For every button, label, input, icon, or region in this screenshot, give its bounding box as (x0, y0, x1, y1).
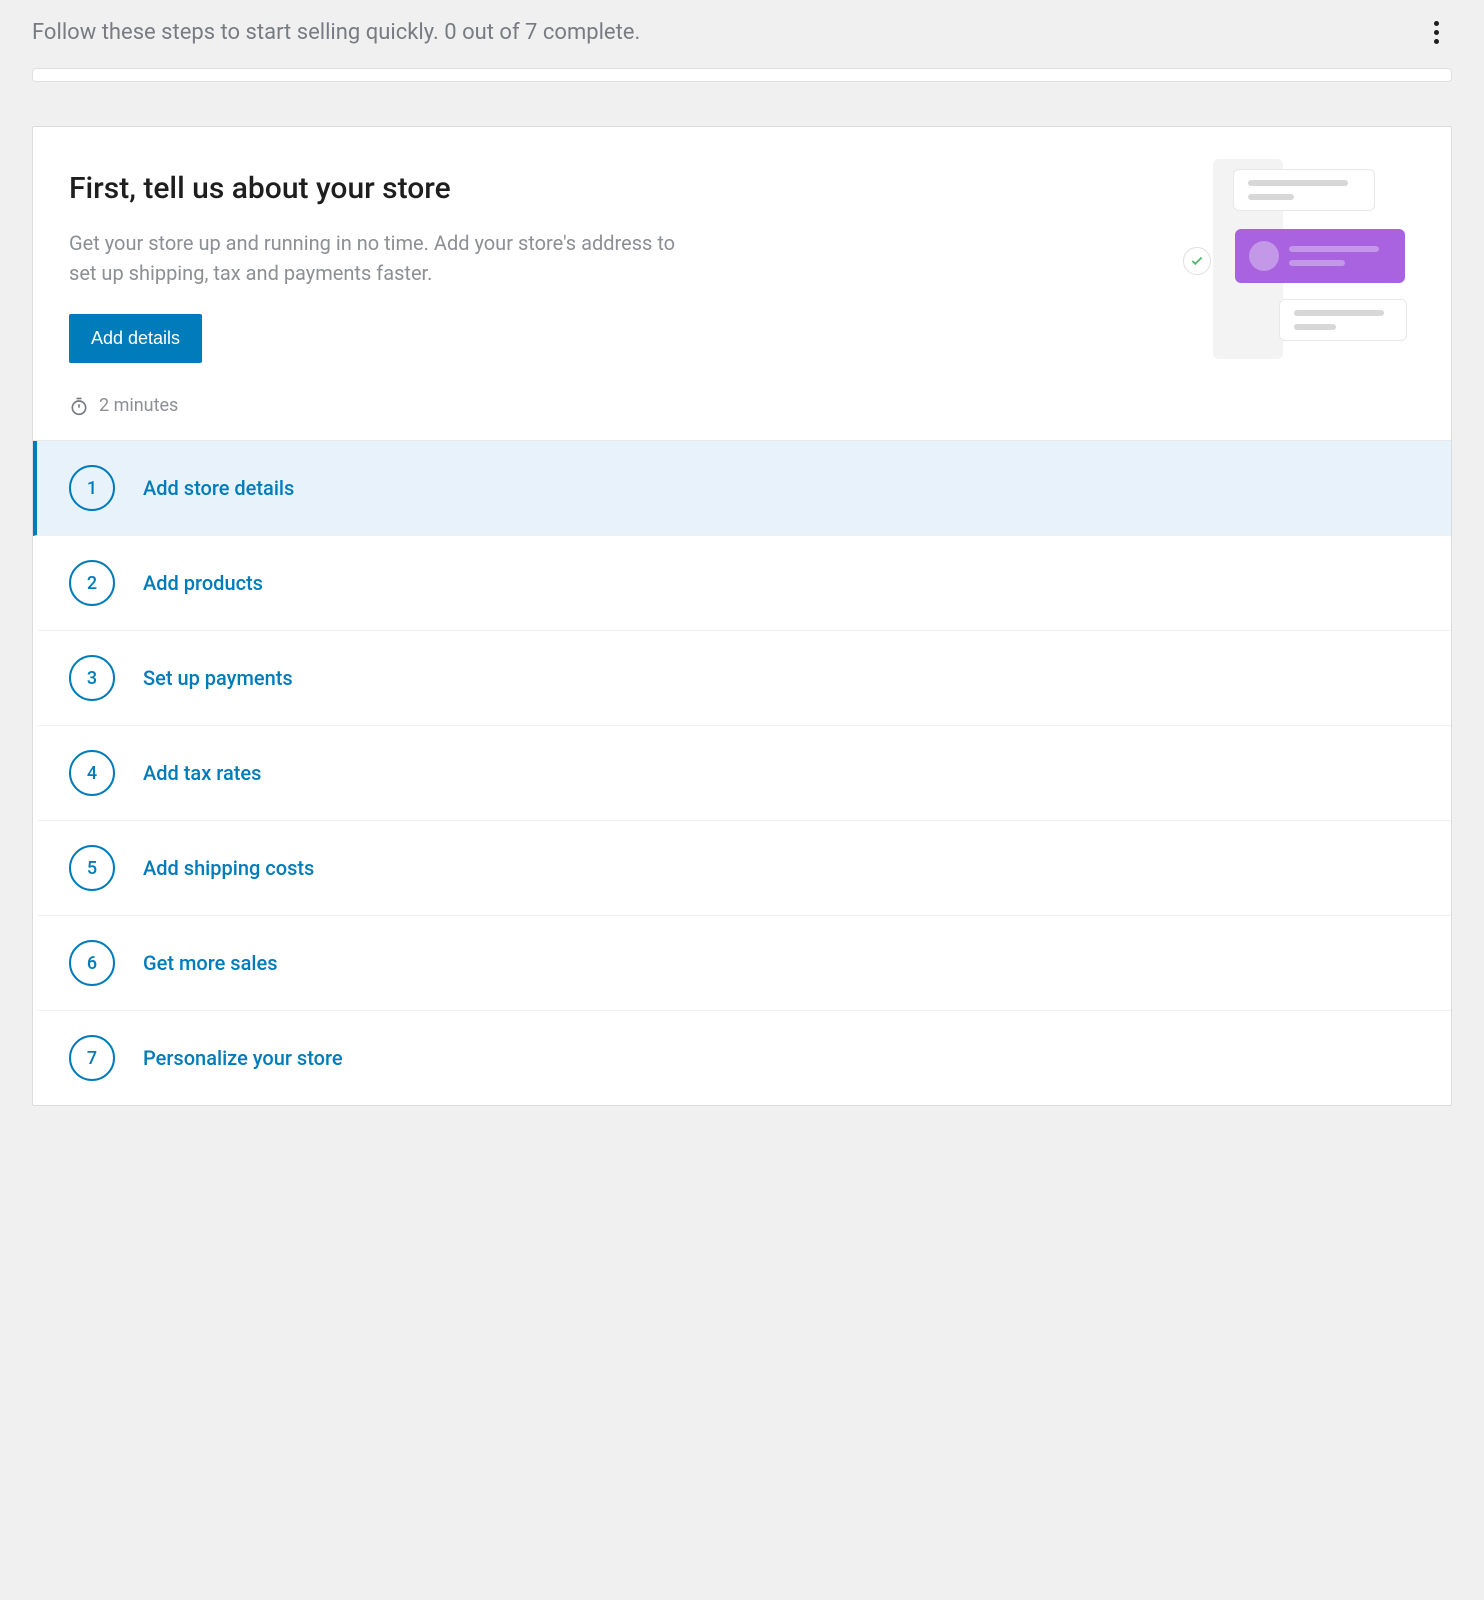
hero-subtitle: Get your store up and running in no time… (69, 228, 689, 288)
task-label: Set up payments (143, 666, 293, 690)
task-number-badge: 5 (69, 845, 115, 891)
task-label: Personalize your store (143, 1046, 343, 1070)
progress-bar (32, 68, 1452, 82)
task-list: 1 Add store details 2 Add products 3 Set up p… (33, 441, 1451, 1105)
task-number-badge: 1 (69, 465, 115, 511)
task-item[interactable]: 2 Add products (37, 536, 1451, 631)
task-item[interactable]: 6 Get more sales (37, 916, 1451, 1011)
hero-title: First, tell us about your store (69, 169, 689, 208)
time-estimate-row: 2 minutes (69, 395, 689, 416)
task-item[interactable]: 3 Set up payments (37, 631, 1451, 726)
task-number-badge: 6 (69, 940, 115, 986)
card-hero: First, tell us about your store Get your… (33, 127, 1451, 441)
task-label: Add products (143, 571, 263, 595)
task-number-badge: 2 (69, 560, 115, 606)
onboarding-card: First, tell us about your store Get your… (32, 126, 1452, 1106)
task-label: Add shipping costs (143, 856, 314, 880)
onboarding-header: Follow these steps to start selling quic… (0, 0, 1484, 68)
add-details-button[interactable]: Add details (69, 314, 202, 363)
task-label: Add store details (143, 476, 294, 500)
task-item[interactable]: 1 Add store details (33, 441, 1451, 536)
task-item[interactable]: 7 Personalize your store (37, 1011, 1451, 1105)
time-estimate-text: 2 minutes (99, 395, 178, 416)
ellipsis-vertical-icon (1434, 21, 1439, 44)
task-item[interactable]: 5 Add shipping costs (37, 821, 1451, 916)
task-label: Get more sales (143, 951, 277, 975)
progress-text: Follow these steps to start selling quic… (32, 20, 640, 45)
task-item[interactable]: 4 Add tax rates (37, 726, 1451, 821)
hero-illustration (1175, 159, 1415, 359)
more-options-button[interactable] (1420, 16, 1452, 48)
task-label: Add tax rates (143, 761, 261, 785)
task-number-badge: 4 (69, 750, 115, 796)
task-number-badge: 3 (69, 655, 115, 701)
timer-icon (69, 396, 89, 416)
task-number-badge: 7 (69, 1035, 115, 1081)
check-icon (1190, 254, 1204, 268)
